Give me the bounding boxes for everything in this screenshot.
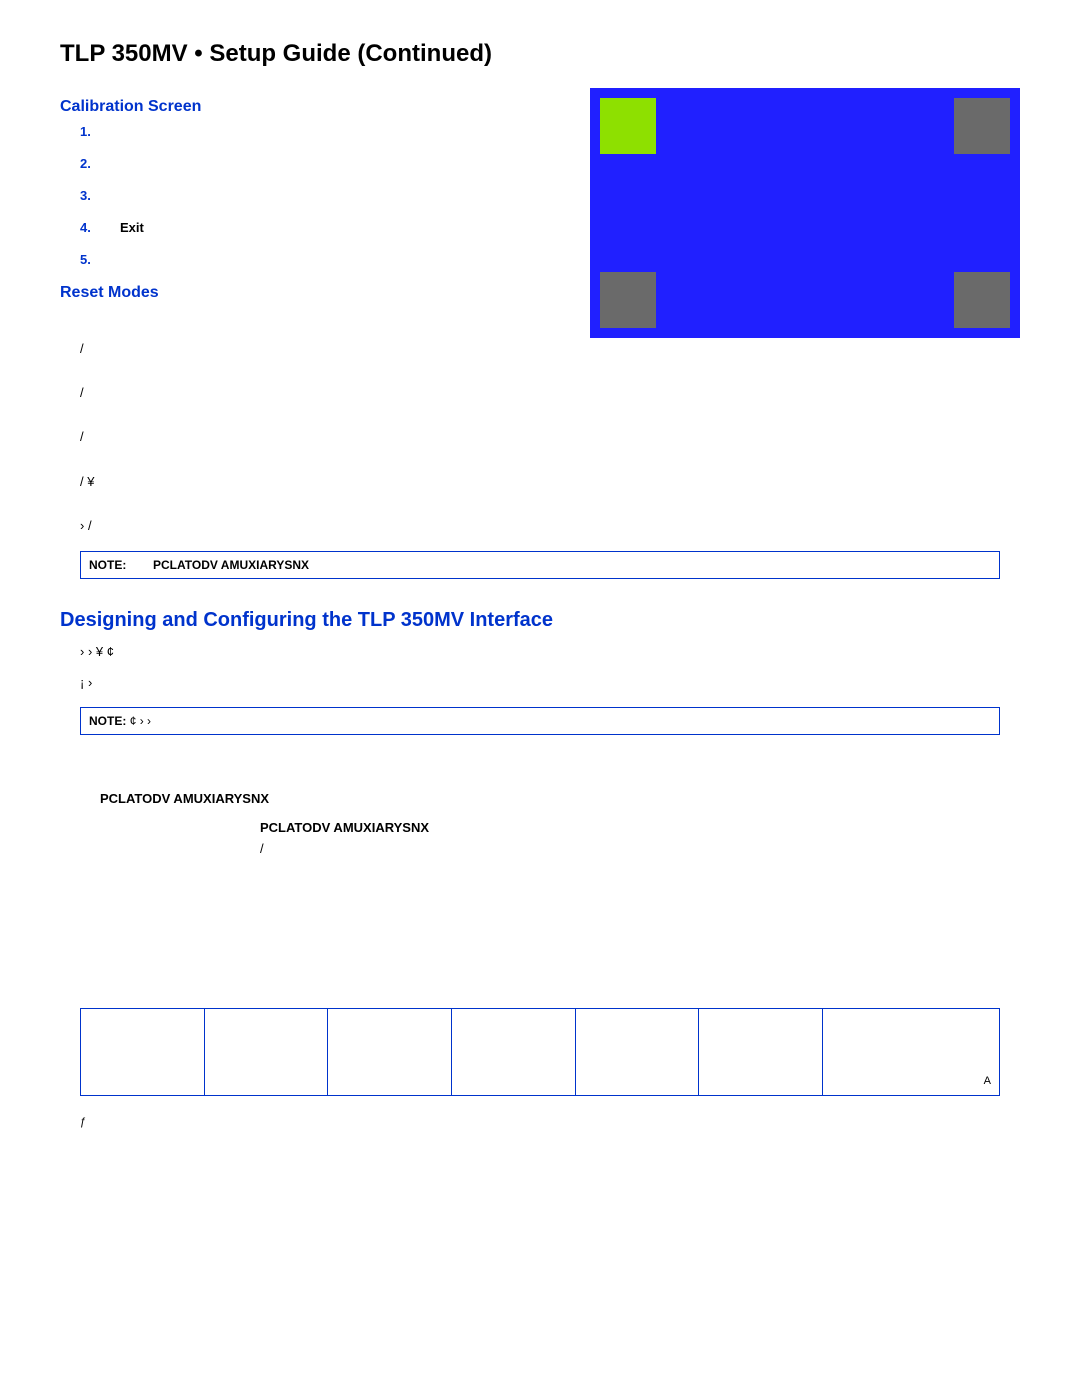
table-cell (81, 1008, 205, 1095)
reset-modes-body: / / / / ¥ › / (60, 338, 1020, 537)
note-label: NOTE: (89, 558, 126, 572)
design-para-1: › › ¥ ¢ (60, 642, 1020, 663)
calibration-target (600, 272, 656, 328)
calibration-heading: Calibration Screen (60, 98, 570, 116)
table-cell: A (822, 1008, 999, 1095)
note-box-2: NOTE: ¢ › › (80, 707, 1000, 735)
reset-line: / (80, 338, 1020, 360)
step-num: 2. (80, 156, 91, 171)
step-3: 3. (80, 188, 570, 206)
table-cell (204, 1008, 328, 1095)
table-cell (328, 1008, 452, 1095)
step-4: 4. Exit (80, 220, 570, 238)
config-rest: / (260, 841, 264, 856)
reset-line: / (80, 382, 1020, 404)
calibration-steps: 1. 2. 3. 4. Exit 5. (60, 124, 570, 270)
table-cell (699, 1008, 823, 1095)
reset-modes-heading: Reset Modes (60, 284, 570, 302)
table-cell-text: A (984, 1075, 991, 1087)
info-table: A (80, 1008, 1000, 1096)
step-5: 5. (80, 252, 570, 270)
config-item-2: PCLATODV AMUXIARYSNX / (60, 818, 1020, 860)
calibration-figure (590, 88, 1020, 338)
design-heading: Designing and Configuring the TLP 350MV … (60, 609, 1020, 632)
note-text: ¢ › › (130, 714, 151, 728)
reset-line: / (80, 426, 1020, 448)
calibration-target-active (600, 98, 656, 154)
step-num: 3. (80, 188, 91, 203)
step-1: 1. (80, 124, 570, 142)
page-title: TLP 350MV • Setup Guide (Continued) (60, 40, 1020, 68)
note-strong: PCLATODV AMUXIARYSNX (153, 558, 309, 572)
calibration-target (954, 272, 1010, 328)
step-num: 4. (80, 220, 91, 235)
config-bold: PCLATODV AMUXIARYSNX (100, 791, 269, 806)
note-label: NOTE: (89, 714, 126, 728)
note-box-1: NOTE: PCLATODV AMUXIARYSNX (80, 551, 1000, 579)
reset-line: / ¥ (80, 471, 1020, 493)
step-2: 2. (80, 156, 570, 174)
calibration-row: Calibration Screen 1. 2. 3. 4. Exit 5. (60, 88, 1020, 338)
step-num: 1. (80, 124, 91, 139)
step-text: Exit (120, 220, 144, 235)
config-bold: PCLATODV AMUXIARYSNX (260, 820, 429, 835)
calibration-target (954, 98, 1010, 154)
config-item-1: PCLATODV AMUXIARYSNX (60, 789, 1020, 810)
reset-line: › / (80, 515, 1020, 537)
table-cell (451, 1008, 575, 1095)
table-cell (575, 1008, 699, 1095)
step-num: 5. (80, 252, 91, 267)
footnote: ƒ (60, 1116, 1020, 1128)
design-para-2: ¡ › (60, 673, 1020, 694)
